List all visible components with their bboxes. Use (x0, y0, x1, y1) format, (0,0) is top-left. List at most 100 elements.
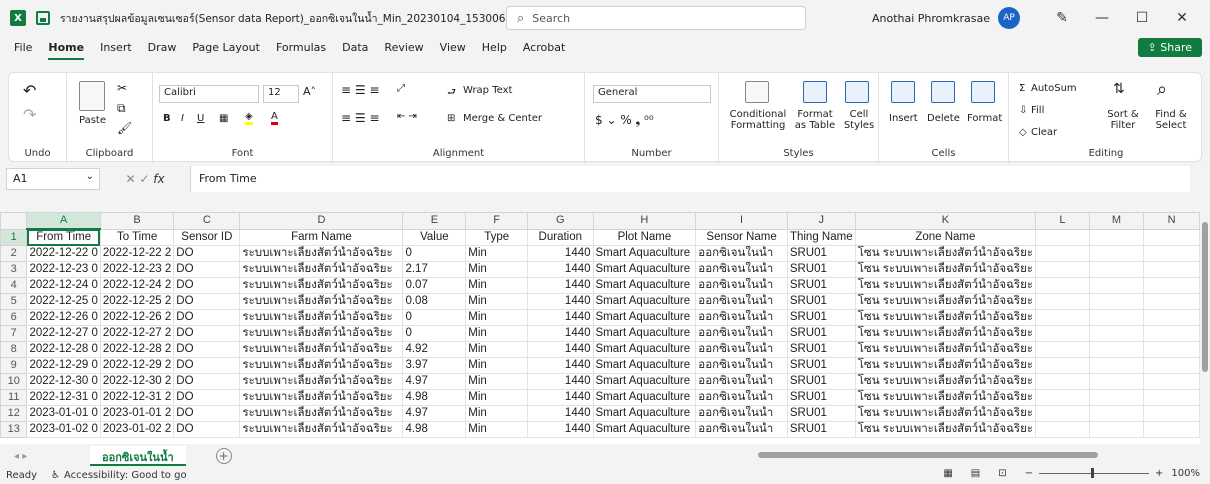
column-header-n[interactable]: N (1143, 212, 1200, 230)
cell[interactable] (1035, 357, 1090, 374)
cell[interactable]: Smart Aquaculture (592, 293, 697, 310)
cell[interactable]: 4.97 (402, 405, 467, 422)
orientation-icon[interactable]: ⤢ (397, 83, 405, 94)
zoom-slider-knob[interactable] (1091, 468, 1095, 478)
row-header[interactable]: 11 (0, 389, 28, 406)
cell[interactable]: SRU01 (786, 245, 856, 262)
cell[interactable]: โซน ระบบเพาะเลี้ยงสัตว์น้ำอัจฉริยะ (854, 277, 1037, 294)
zoom-level[interactable]: 100% (1171, 468, 1200, 479)
tab-file[interactable]: File (14, 36, 32, 60)
column-header-h[interactable]: H (592, 212, 697, 230)
cell[interactable]: Min (465, 245, 529, 262)
cell[interactable]: DO (173, 389, 241, 406)
align-top-icon[interactable]: ≡ ☰ ≡ (341, 83, 380, 97)
cell[interactable] (1035, 421, 1090, 438)
merge-center-label[interactable]: Merge & Center (463, 113, 542, 124)
cell[interactable]: Type (465, 228, 529, 246)
cell[interactable]: DO (173, 357, 241, 374)
normal-view-icon[interactable]: ▦ (943, 468, 952, 479)
tab-insert[interactable]: Insert (100, 36, 132, 60)
cell[interactable]: 2022-12-27 0 (26, 325, 101, 342)
cell[interactable]: SRU01 (786, 373, 856, 390)
cell[interactable]: Smart Aquaculture (592, 277, 697, 294)
search-box[interactable]: ⌕ Search (506, 6, 806, 30)
insert-cells-icon[interactable] (891, 81, 915, 103)
cell[interactable] (1143, 228, 1200, 246)
cell[interactable]: ออกซิเจนในน้ำ (695, 357, 788, 374)
cell[interactable]: 2023-01-02 2 (99, 421, 175, 438)
cell[interactable]: 0 (402, 325, 467, 342)
cell[interactable]: DO (173, 421, 241, 438)
column-header-i[interactable]: I (695, 212, 788, 230)
cut-icon[interactable]: ✂ (117, 81, 127, 95)
cell[interactable]: 0 (402, 245, 467, 262)
cell[interactable]: DO (173, 245, 241, 262)
cell[interactable]: ออกซิเจนในน้ำ (695, 389, 788, 406)
cell[interactable]: ระบบเพาะเลี้ยงสัตว์น้ำอัจฉริยะ (239, 421, 404, 438)
column-header-j[interactable]: J (786, 212, 856, 230)
chevron-down-icon[interactable]: ⌄ (86, 171, 94, 182)
cell[interactable]: SRU01 (786, 341, 856, 358)
copy-icon[interactable]: ⧉ (117, 101, 126, 116)
column-header-e[interactable]: E (402, 212, 467, 230)
cell[interactable]: 1440 (527, 245, 594, 262)
cell[interactable]: Min (465, 357, 529, 374)
formula-input[interactable]: From Time (190, 166, 1190, 192)
tab-acrobat[interactable]: Acrobat (523, 36, 565, 60)
zoom-slider[interactable] (1039, 468, 1150, 478)
cell[interactable]: โซน ระบบเพาะเลี้ยงสัตว์น้ำอัจฉริยะ (854, 245, 1037, 262)
fill-label[interactable]: Fill (1031, 105, 1044, 116)
cell[interactable]: 3.97 (402, 357, 467, 374)
cell[interactable]: Sensor Name (695, 228, 788, 246)
conditional-formatting-icon[interactable] (745, 81, 769, 103)
add-sheet-button[interactable]: + (215, 448, 232, 464)
cell[interactable] (1035, 325, 1090, 342)
zoom-in-icon[interactable]: + (1155, 468, 1163, 479)
cell[interactable] (1088, 228, 1145, 246)
insert-cells-label[interactable]: Insert (889, 113, 918, 124)
borders-icon[interactable]: ▦ (219, 113, 228, 124)
cell[interactable]: 2022-12-25 2 (99, 293, 175, 310)
minimize-button[interactable]: — (1082, 10, 1122, 26)
cell[interactable] (1143, 261, 1200, 278)
horizontal-scrollbar[interactable] (744, 450, 1194, 460)
align-left-icon[interactable]: ≡ ☰ ≡ (341, 111, 380, 125)
column-header-c[interactable]: C (173, 212, 241, 230)
cell[interactable]: Smart Aquaculture (592, 389, 697, 406)
cell[interactable]: Smart Aquaculture (592, 341, 697, 358)
cancel-icon[interactable]: ✕ (125, 172, 135, 186)
cell[interactable]: SRU01 (786, 357, 856, 374)
pen-icon[interactable]: ✎ (1042, 10, 1082, 26)
cell[interactable] (1143, 277, 1200, 294)
column-header-g[interactable]: G (527, 212, 594, 230)
user-name[interactable]: Anothai Phromkrasae (872, 12, 990, 25)
delete-cells-icon[interactable] (931, 81, 955, 103)
cell[interactable]: DO (173, 293, 241, 310)
conditional-formatting-label[interactable]: Conditional Formatting (725, 109, 791, 131)
cell[interactable]: 2023-01-02 0 (26, 421, 101, 438)
cell[interactable]: 1440 (527, 341, 594, 358)
cell[interactable]: Zone Name (854, 228, 1037, 246)
row-header[interactable]: 8 (0, 341, 28, 358)
cell[interactable] (1088, 341, 1145, 358)
cell[interactable] (1088, 357, 1145, 374)
fill-icon[interactable]: ⇩ (1019, 105, 1027, 116)
vertical-scroll-thumb[interactable] (1202, 222, 1208, 372)
cell[interactable]: 0 (402, 309, 467, 326)
cell[interactable]: ออกซิเจนในน้ำ (695, 405, 788, 422)
sort-filter-label[interactable]: Sort & Filter (1103, 109, 1143, 131)
cell[interactable]: ออกซิเจนในน้ำ (695, 309, 788, 326)
row-header[interactable]: 5 (0, 293, 28, 310)
cell[interactable]: Farm Name (239, 228, 404, 246)
cell[interactable]: Duration (527, 228, 594, 246)
cell[interactable]: Min (465, 277, 529, 294)
format-cells-label[interactable]: Format (967, 113, 1002, 124)
cell[interactable]: โซน ระบบเพาะเลี้ยงสัตว์น้ำอัจฉริยะ (854, 341, 1037, 358)
italic-button[interactable]: I (181, 113, 184, 124)
cell[interactable]: Value (402, 228, 467, 246)
tab-review[interactable]: Review (384, 36, 423, 60)
cell[interactable]: ออกซิเจนในน้ำ (695, 373, 788, 390)
font-color-icon[interactable]: A (271, 111, 278, 125)
format-as-table-icon[interactable] (803, 81, 827, 103)
cell[interactable]: ระบบเพาะเลี้ยงสัตว์น้ำอัจฉริยะ (239, 341, 404, 358)
